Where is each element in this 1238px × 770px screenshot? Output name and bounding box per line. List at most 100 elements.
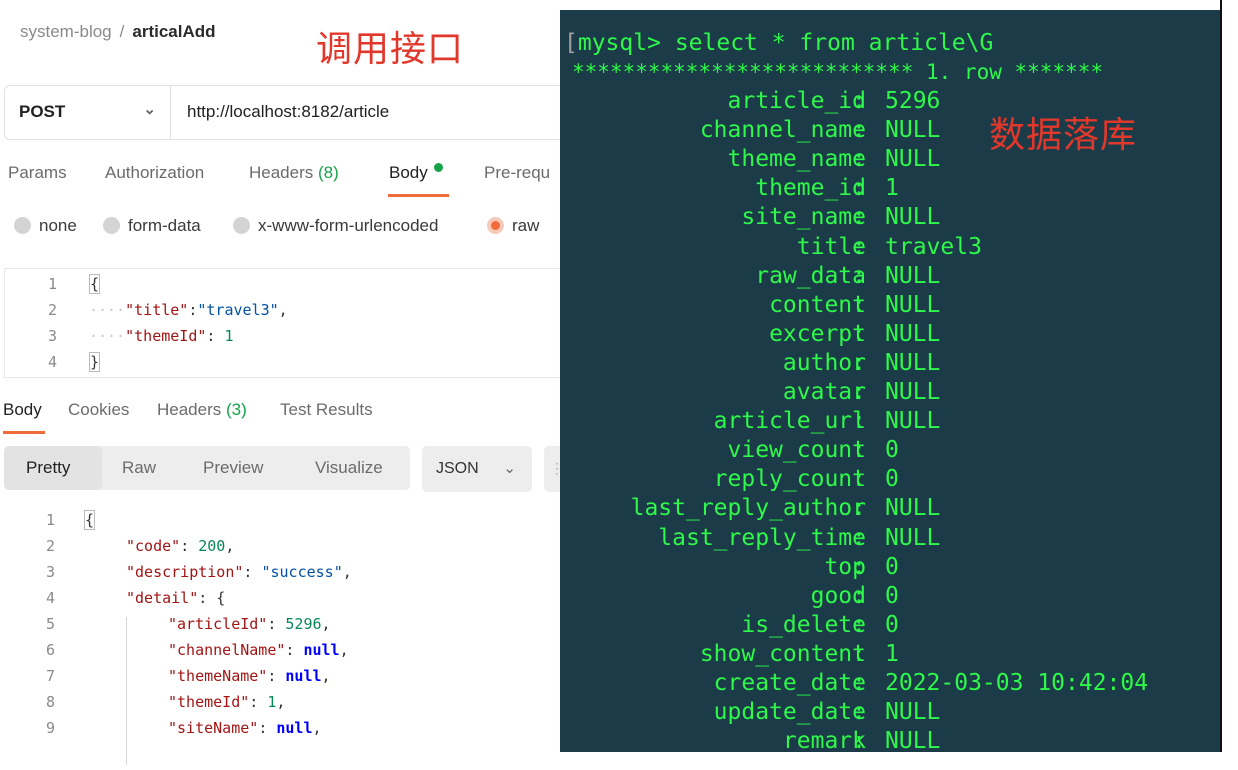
resp-tab-cookies[interactable]: Cookies: [68, 400, 129, 420]
field-value: 5296: [885, 88, 941, 114]
field-value: 1: [885, 640, 899, 667]
field-value: NULL: [885, 728, 941, 752]
title-value: "travel3": [197, 301, 279, 319]
resp-tab-headers-count: (3): [226, 400, 247, 419]
annotation-call-api: 调用接口: [316, 29, 465, 70]
field-name: last_reply_author: [630, 495, 866, 522]
url-input[interactable]: http://localhost:8182/article: [187, 102, 389, 122]
field-name: last_reply_time: [658, 524, 866, 551]
breadcrumb-collection[interactable]: system-blog: [20, 22, 112, 41]
field-value: 2022-03-03 10:42:04: [885, 670, 1149, 696]
field-name: reply_count: [713, 466, 866, 493]
field-colon: :: [852, 320, 866, 347]
field-value: 0: [885, 466, 899, 493]
request-body-editor[interactable]: 1 2 3 4 { ····"title":"travel3", ····"th…: [4, 268, 560, 378]
radio-form-data[interactable]: form-data: [103, 216, 201, 236]
field-colon: :: [852, 495, 866, 522]
field-colon: :: [852, 553, 866, 580]
field-colon: :: [852, 146, 866, 173]
radio-raw-label: raw: [512, 216, 540, 235]
annotation-data-stored: 数据落库: [989, 115, 1138, 156]
view-preview[interactable]: Preview: [203, 458, 263, 478]
field-value: NULL: [885, 262, 941, 289]
field-colon: :: [852, 88, 866, 114]
view-pretty[interactable]: Pretty: [26, 458, 70, 478]
tab-body[interactable]: Body: [389, 163, 443, 183]
command-line: [mysql> select * from article\G: [564, 30, 994, 56]
field-name: site_name: [741, 204, 866, 231]
method-select[interactable]: POST ⌄: [5, 86, 171, 139]
indent-guide: [126, 617, 127, 765]
radio-form-data-label: form-data: [128, 216, 201, 235]
field-value: NULL: [885, 524, 941, 551]
resp-tab-body[interactable]: Body: [3, 400, 42, 420]
field-colon: :: [852, 437, 866, 464]
active-tab-underline: [388, 194, 449, 197]
breadcrumb: system-blog / articalAdd: [20, 22, 216, 42]
theme-id-value: 1: [267, 693, 277, 711]
field-value: 0: [885, 582, 899, 609]
view-raw[interactable]: Raw: [122, 458, 156, 478]
field-name: update_date: [713, 699, 866, 726]
site-name-value: null: [276, 719, 313, 737]
line-number: 5: [45, 615, 55, 633]
close-brace: }: [89, 352, 101, 372]
field-value: NULL: [885, 408, 941, 435]
field-value: NULL: [885, 379, 941, 405]
line-number: 3: [45, 563, 55, 581]
view-mode-segmented: Pretty Raw Preview Visualize: [4, 446, 410, 490]
more-options-button[interactable]: ⋮: [544, 446, 560, 492]
field-name: article_id: [727, 88, 866, 114]
field-name: article_url: [713, 408, 866, 435]
theme-id-value: 1: [224, 327, 234, 345]
field-colon: :: [852, 611, 866, 638]
radio-raw[interactable]: raw: [487, 216, 539, 236]
field-value: NULL: [885, 204, 941, 231]
format-select[interactable]: JSON ⌄: [422, 446, 532, 492]
radio-circle-icon: [233, 217, 250, 234]
resp-tab-test-results[interactable]: Test Results: [280, 400, 373, 420]
field-value: 0: [885, 437, 899, 464]
field-colon: :: [852, 728, 866, 752]
active-response-tab-underline: [3, 431, 45, 434]
mysql-terminal[interactable]: [mysql> select * from article\G ********…: [560, 10, 1220, 752]
radio-selected-icon: [487, 217, 504, 234]
radio-urlencoded[interactable]: x-www-form-urlencoded: [233, 216, 438, 236]
breadcrumb-request[interactable]: articalAdd: [132, 22, 215, 41]
open-brace: {: [84, 510, 96, 530]
field-colon: :: [852, 379, 866, 405]
tab-body-label: Body: [389, 163, 428, 182]
tab-pre-request[interactable]: Pre-requ: [484, 163, 550, 183]
description-value: "success": [261, 563, 343, 581]
code-value: 200: [198, 537, 226, 555]
description-key: "description": [126, 563, 244, 581]
request-url-bar: POST ⌄ http://localhost:8182/article: [4, 85, 560, 140]
tab-headers[interactable]: Headers (8): [249, 163, 339, 183]
field-colon: :: [852, 233, 866, 260]
field-colon: :: [852, 670, 866, 696]
title-key: "title": [125, 301, 189, 319]
field-colon: :: [852, 262, 866, 289]
detail-key: "detail": [126, 589, 199, 607]
field-colon: :: [852, 117, 866, 144]
radio-none[interactable]: none: [14, 216, 77, 236]
resp-tab-headers[interactable]: Headers (3): [157, 400, 247, 420]
resp-tab-headers-label: Headers: [157, 400, 222, 419]
tab-params[interactable]: Params: [8, 163, 67, 183]
row-header: *************************** 1. row *****…: [572, 60, 1104, 84]
site-name-key: "siteName": [168, 719, 259, 737]
theme-id-key: "themeId": [125, 327, 207, 345]
field-value: NULL: [885, 146, 941, 173]
field-value: NULL: [885, 349, 941, 376]
sql-command: select * from article\G: [674, 30, 994, 56]
field-colon: :: [852, 291, 866, 318]
field-value: 0: [885, 611, 899, 638]
tab-authorization[interactable]: Authorization: [105, 163, 204, 183]
field-name: show_content: [699, 640, 866, 667]
response-body: 1 2 3 4 5 6 7 8 9 { "code": 200, "descri…: [0, 505, 560, 765]
open-brace: {: [89, 274, 101, 294]
view-visualize[interactable]: Visualize: [315, 458, 383, 478]
field-value: NULL: [885, 117, 941, 144]
radio-circle-icon: [14, 217, 31, 234]
field-value: NULL: [885, 320, 941, 347]
